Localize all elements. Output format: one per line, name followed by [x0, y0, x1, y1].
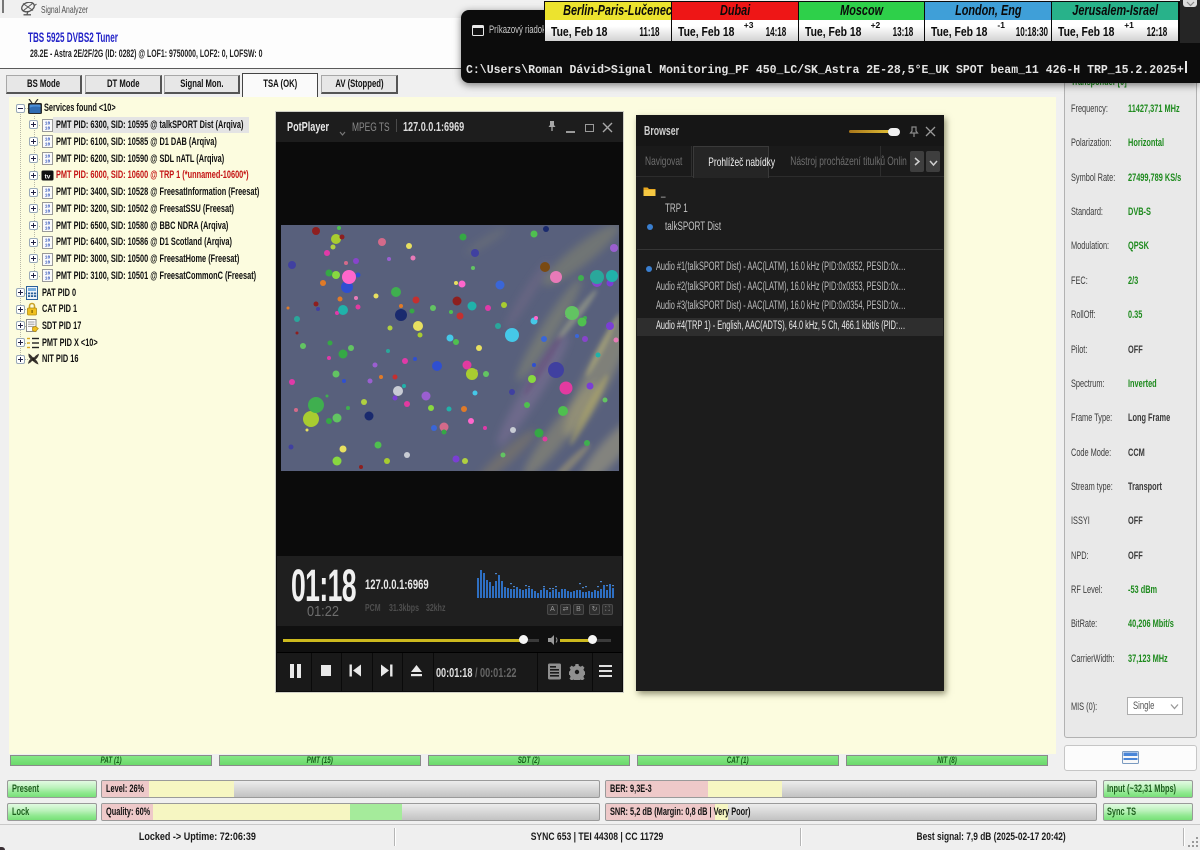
- svg-text:10: 10: [45, 159, 51, 165]
- svg-text:tv: tv: [45, 173, 51, 180]
- svg-text:10: 10: [45, 209, 51, 215]
- svg-text:10: 10: [45, 276, 51, 282]
- svg-text:10: 10: [45, 142, 51, 148]
- svg-text:10: 10: [45, 125, 51, 131]
- svg-text:10: 10: [45, 242, 51, 248]
- svg-text:10: 10: [45, 192, 51, 198]
- svg-text:10: 10: [45, 259, 51, 265]
- svg-text:10: 10: [45, 226, 51, 232]
